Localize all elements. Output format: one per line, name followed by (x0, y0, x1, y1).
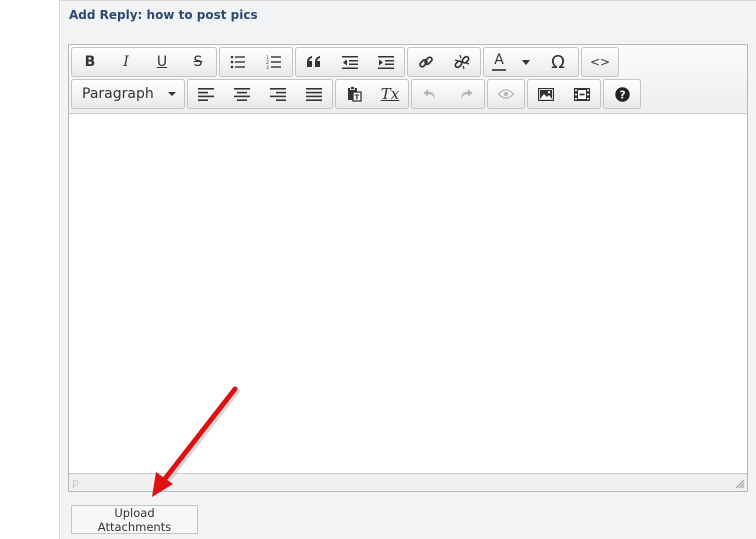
indent-button[interactable] (368, 48, 404, 76)
element-path[interactable]: p (72, 476, 79, 489)
list-group: 123 (219, 47, 293, 77)
block-group (295, 47, 405, 77)
numbered-list-icon: 123 (266, 55, 281, 69)
form-title: Add Reply: how to post pics (69, 8, 258, 22)
italic-button[interactable]: I (108, 48, 144, 76)
paste-text-button[interactable]: T (336, 80, 372, 108)
align-center-icon (234, 87, 250, 101)
align-right-button[interactable] (260, 80, 296, 108)
insert-media-button[interactable] (564, 80, 600, 108)
eye-icon (498, 89, 514, 99)
clear-formatting-glyph: Tx (380, 85, 400, 103)
unlink-icon (454, 54, 470, 70)
special-character-button[interactable]: Ω (540, 48, 576, 76)
quote-icon (307, 56, 320, 67)
underline-button[interactable]: U (144, 48, 180, 76)
clear-formatting-button[interactable]: Tx (372, 80, 408, 108)
text-color-glyph: A (494, 51, 504, 68)
help-icon: ? (614, 86, 630, 102)
format-select[interactable]: Paragraph (72, 80, 184, 108)
text-color-dropdown[interactable] (514, 48, 538, 76)
align-left-button[interactable] (188, 80, 224, 108)
chevron-down-icon (168, 92, 176, 96)
text-color-button[interactable]: A (484, 48, 514, 76)
paste-icon: T (347, 86, 362, 102)
upload-attachments-button[interactable]: Upload Attachments (71, 505, 198, 534)
strikethrough-button[interactable]: S (180, 48, 216, 76)
image-icon (538, 87, 554, 101)
text-color-swatch (492, 68, 506, 71)
svg-text:3: 3 (266, 65, 269, 69)
link-icon (419, 56, 433, 68)
insert-link-button[interactable] (408, 48, 444, 76)
insert-image-button[interactable] (528, 80, 564, 108)
editor-content-area[interactable] (69, 114, 747, 473)
bullet-list-button[interactable] (220, 48, 256, 76)
text-style-group: B I U S (71, 47, 217, 77)
help-button[interactable]: ? (604, 80, 640, 108)
bullet-list-icon (230, 55, 245, 69)
undo-button[interactable] (412, 80, 448, 108)
source-code-button[interactable]: <> (582, 48, 618, 76)
outdent-button[interactable] (332, 48, 368, 76)
align-right-icon (270, 87, 286, 101)
redo-button[interactable] (448, 80, 484, 108)
outdent-icon (342, 55, 358, 69)
bold-button[interactable]: B (72, 48, 108, 76)
justify-icon (306, 87, 322, 101)
undo-icon (423, 89, 435, 99)
blockquote-button[interactable] (296, 48, 332, 76)
format-group: Paragraph (71, 79, 185, 109)
numbered-list-button[interactable]: 123 (256, 48, 292, 76)
media-group (527, 79, 601, 109)
help-group: ? (603, 79, 641, 109)
svg-text:?: ? (619, 89, 625, 101)
paste-group: T Tx (335, 79, 409, 109)
align-group (187, 79, 333, 109)
history-group (411, 79, 485, 109)
align-left-icon (198, 87, 214, 101)
redo-icon (461, 89, 473, 99)
film-icon (574, 87, 590, 101)
chevron-down-icon (522, 59, 530, 65)
editor-statusbar: p (69, 473, 747, 491)
resize-handle-icon[interactable] (735, 479, 745, 489)
justify-button[interactable] (296, 80, 332, 108)
format-select-value: Paragraph (82, 86, 154, 102)
link-group (407, 47, 481, 77)
color-group: A Ω (483, 47, 579, 77)
indent-icon (378, 55, 394, 69)
editor-toolbar: B I U S 123 A Ω <> Paragraph T Tx ? (69, 45, 747, 114)
preview-button[interactable] (488, 80, 524, 108)
align-center-button[interactable] (224, 80, 260, 108)
rich-text-editor: B I U S 123 A Ω <> Paragraph T Tx ? p (68, 44, 748, 492)
svg-text:T: T (354, 93, 359, 101)
preview-group (487, 79, 525, 109)
code-group: <> (581, 47, 619, 77)
remove-link-button[interactable] (444, 48, 480, 76)
